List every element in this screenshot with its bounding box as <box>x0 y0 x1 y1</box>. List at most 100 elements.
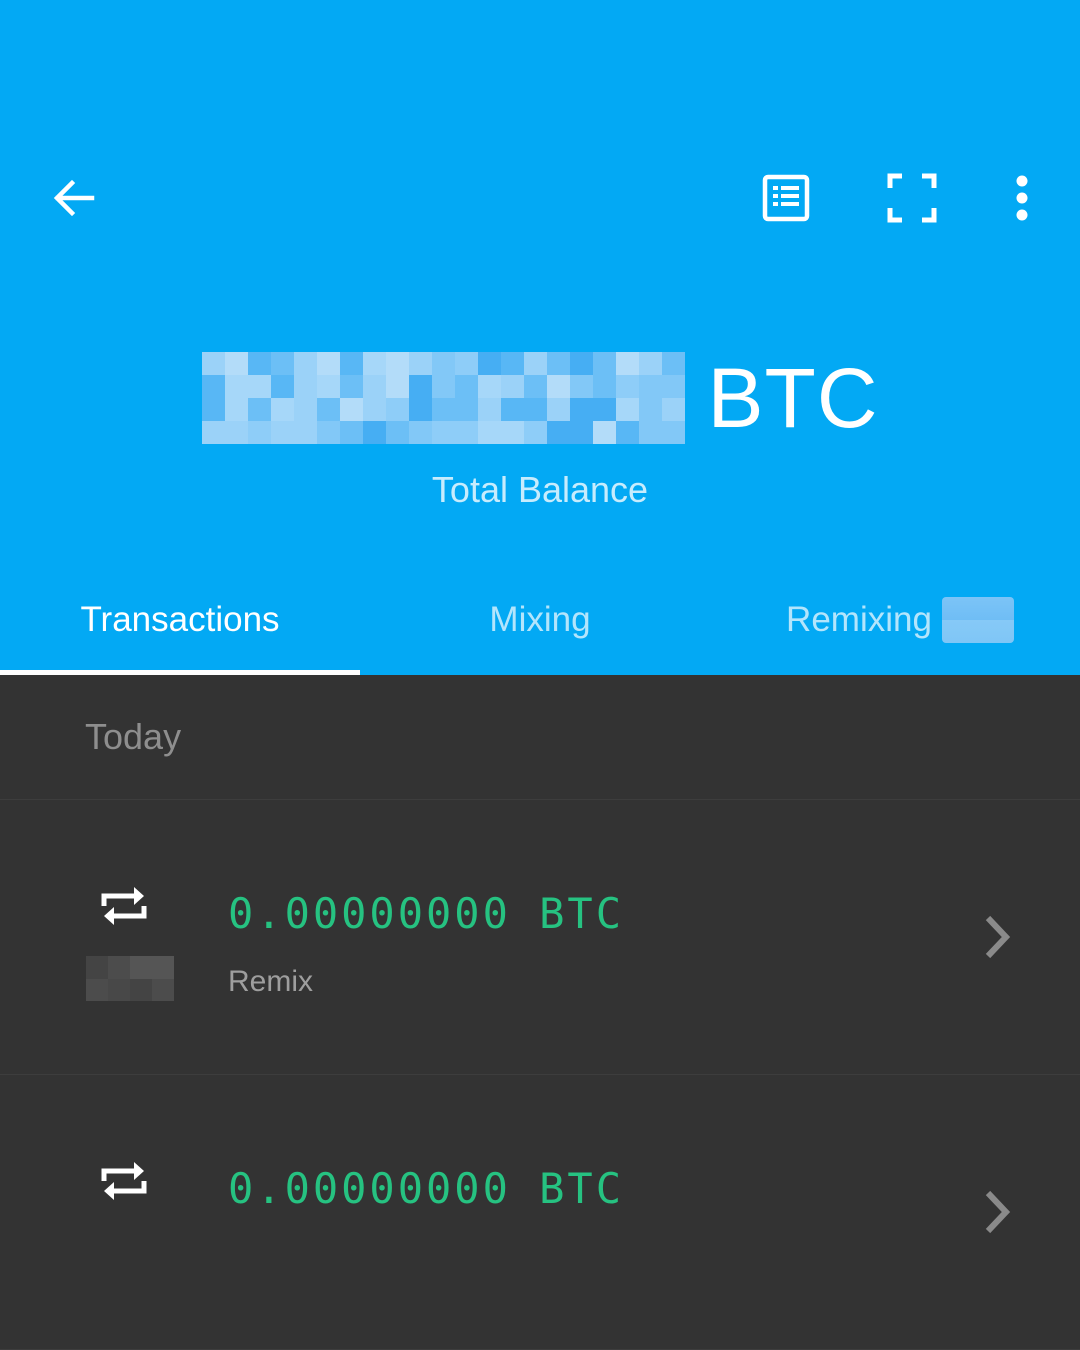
redaction-block <box>524 352 548 375</box>
redaction-block <box>224 352 248 375</box>
transactions-list-button[interactable] <box>748 160 824 236</box>
redaction-block <box>293 375 317 398</box>
tab-remixing[interactable]: Remixing <box>720 570 1080 675</box>
redaction-block <box>639 375 663 398</box>
redaction-block <box>270 398 294 421</box>
redaction-block <box>270 375 294 398</box>
redaction-block <box>408 352 432 375</box>
redaction-block <box>570 398 594 421</box>
redaction-block <box>293 421 317 444</box>
redaction-block <box>316 398 340 421</box>
receipt-list-icon <box>762 174 810 222</box>
tab-label: Transactions <box>80 599 280 639</box>
redaction-block <box>86 978 108 1001</box>
redaction-block <box>616 375 640 398</box>
redaction-block <box>570 352 594 375</box>
redaction-block <box>616 421 640 444</box>
transaction-row[interactable]: 0.00000000 BTC <box>0 1075 1080 1350</box>
redaction-block <box>201 352 225 375</box>
balance-unit: BTC <box>707 351 879 445</box>
redaction-block <box>478 398 502 421</box>
more-vert-icon <box>1016 175 1028 221</box>
redaction-block <box>316 352 340 375</box>
redaction-block <box>478 421 502 444</box>
more-options-button[interactable] <box>994 160 1050 236</box>
redaction-block <box>339 352 363 375</box>
repeat-icon <box>101 1162 147 1200</box>
redaction-block <box>316 375 340 398</box>
redaction-block <box>408 421 432 444</box>
redaction-block <box>224 375 248 398</box>
redaction-block <box>455 398 479 421</box>
redaction-block <box>524 398 548 421</box>
redaction-block <box>431 398 456 421</box>
redaction-block <box>593 398 617 421</box>
scan-frame-icon <box>887 173 937 223</box>
redaction-block <box>224 398 248 421</box>
redaction-block <box>270 421 294 444</box>
transaction-row[interactable]: 0.00000000 BTC Remix <box>0 800 1080 1075</box>
redaction-block <box>362 398 386 421</box>
redaction-block <box>247 352 271 375</box>
tab-mixing[interactable]: Mixing <box>360 570 720 675</box>
tab-transactions[interactable]: Transactions <box>0 570 360 675</box>
redaction-block <box>524 421 548 444</box>
redaction-block <box>547 375 571 398</box>
repeat-icon <box>101 887 147 925</box>
redaction-block <box>662 352 686 375</box>
section-label: Today <box>85 716 182 757</box>
redaction-block <box>639 421 663 444</box>
redaction-block <box>501 398 525 421</box>
redaction-block <box>616 352 640 375</box>
redaction-block <box>639 352 663 375</box>
redaction-block <box>201 398 225 421</box>
redaction-block <box>247 375 271 398</box>
redaction-block <box>431 375 456 398</box>
redaction-block <box>293 352 317 375</box>
redaction-block <box>201 421 225 444</box>
tab-label: Remixing <box>786 599 932 639</box>
wallet-header: BTC Total Balance Transactions Mixing Re… <box>0 0 1080 675</box>
chevron-right-icon <box>985 1190 1011 1234</box>
redaction-block <box>593 375 617 398</box>
transaction-amount: 0.00000000 BTC <box>228 1164 625 1213</box>
redaction-block <box>247 421 271 444</box>
redaction-block <box>316 421 340 444</box>
scan-button[interactable] <box>874 160 950 236</box>
redaction-block <box>385 352 409 375</box>
redaction-block <box>339 421 363 444</box>
tab-bar: Transactions Mixing Remixing <box>0 570 1080 675</box>
redaction-block <box>662 375 686 398</box>
back-button[interactable] <box>36 160 112 236</box>
redaction-block <box>152 978 174 1001</box>
balance-row: BTC <box>0 340 1080 456</box>
redaction-block <box>108 978 130 1001</box>
redaction-block <box>130 978 152 1001</box>
redaction-block <box>547 352 571 375</box>
arrow-left-icon <box>53 179 95 217</box>
redaction-block <box>478 352 502 375</box>
redaction-block <box>224 421 248 444</box>
redaction-block <box>662 398 686 421</box>
redaction-block <box>662 421 686 444</box>
redaction-block <box>130 956 152 979</box>
redaction-block <box>362 375 386 398</box>
redaction-block <box>247 398 271 421</box>
redaction-block <box>593 421 617 444</box>
redaction-block <box>385 398 409 421</box>
redaction-block <box>616 398 640 421</box>
redaction-block <box>501 421 525 444</box>
redaction-block <box>108 956 130 979</box>
transaction-amount: 0.00000000 BTC <box>228 889 625 938</box>
redaction-block <box>431 421 456 444</box>
redaction-block <box>547 421 571 444</box>
redaction-block <box>639 398 663 421</box>
chevron-right-icon <box>985 915 1011 959</box>
redaction-block <box>339 398 363 421</box>
redaction-block <box>385 375 409 398</box>
redaction-block <box>408 375 432 398</box>
redaction-block <box>570 421 594 444</box>
redaction-block <box>362 421 386 444</box>
redaction-block <box>293 398 317 421</box>
date-section-header: Today <box>0 675 1080 800</box>
